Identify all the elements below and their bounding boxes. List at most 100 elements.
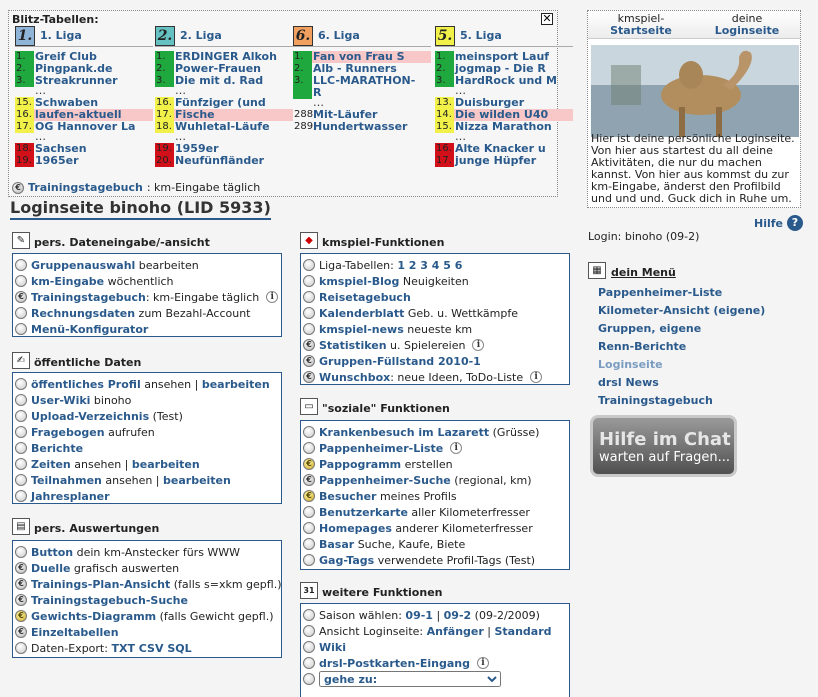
row-link[interactable]: Gruppenauswahl (31, 259, 135, 272)
info-icon[interactable]: i (450, 442, 463, 454)
row-link[interactable]: Pappenheimer-Liste (319, 442, 443, 455)
row-link[interactable]: Einzeltabellen (31, 626, 119, 639)
menu-item[interactable]: Trainingstagebuch (598, 394, 713, 407)
row-link[interactable]: User-Wiki (31, 394, 90, 407)
row-link[interactable]: Wunschbox (319, 371, 390, 384)
row-link[interactable]: Statistiken (319, 339, 387, 352)
row-link-3[interactable]: 09-2 (444, 609, 472, 622)
menu-item[interactable]: Pappenheimer-Liste (598, 286, 722, 299)
row-link[interactable]: Duelle (31, 562, 70, 575)
row-link-2[interactable]: bearbeiten (132, 458, 200, 471)
team-link[interactable]: Wuhletal-Läufe (174, 121, 293, 133)
trainingstagebuch-link[interactable]: Trainingstagebuch (28, 181, 143, 194)
team-link[interactable]: Streakrunner (34, 75, 153, 87)
team-link[interactable]: LLC-MARATHON- (312, 75, 431, 87)
team-link[interactable]: Alte Knacker u (454, 143, 573, 155)
team-link[interactable]: Die wilden Ü40 (454, 109, 573, 121)
row-link[interactable]: Pappogramm (319, 458, 401, 471)
menu-item[interactable]: drsl News (598, 376, 659, 389)
help-icon[interactable]: ? (787, 215, 803, 231)
row-link[interactable]: Jahresplaner (31, 490, 110, 503)
row-link-2[interactable]: TXT CSV SQL (111, 642, 191, 655)
team-link[interactable]: Fische (174, 109, 293, 121)
row-link-2[interactable]: 09-1 (405, 609, 433, 622)
row-link[interactable]: kmspiel-news (319, 323, 404, 336)
row-link[interactable]: Benutzerkarte (319, 506, 408, 519)
row-link[interactable]: Teilnahmen (31, 474, 102, 487)
team-link[interactable]: Schwaben (34, 97, 153, 109)
row-link-2[interactable]: Anfänger (427, 625, 484, 638)
row-link[interactable]: Gruppen-Füllstand 2010-1 (319, 355, 481, 368)
league-link[interactable]: 1. Liga (40, 29, 82, 42)
row-link[interactable]: Gag-Tags (319, 554, 374, 567)
chat-help-button[interactable]: Hilfe im Chat warten auf Fragen... (590, 415, 737, 477)
tab-startseite[interactable]: kmspiel- Startseite (588, 11, 694, 38)
row-link[interactable]: Trainingstagebuch-Suche (31, 594, 188, 607)
row-link[interactable]: Menü-Konfigurator (31, 323, 148, 336)
team-link[interactable]: 1959er (174, 143, 293, 155)
row-link-2[interactable]: bearbeiten (163, 474, 231, 487)
team-link[interactable]: Greif Club (34, 51, 153, 63)
team-link[interactable]: Sachsen (34, 143, 153, 155)
row-link[interactable]: Button (31, 546, 73, 559)
row-link[interactable]: Besucher (319, 490, 376, 503)
team-link[interactable]: Nizza Marathon (454, 121, 573, 133)
team-link[interactable]: Fan von Frau S (312, 51, 431, 63)
team-link[interactable]: R (312, 87, 431, 99)
team-link[interactable]: jogmap - Die R (454, 63, 573, 75)
row-link[interactable]: Trainings-Plan-Ansicht (31, 578, 170, 591)
row-link[interactable]: Kalenderblatt (319, 307, 404, 320)
menu-item[interactable]: Gruppen, eigene (598, 322, 701, 335)
info-icon[interactable]: i (472, 339, 485, 351)
team-link[interactable]: Alb - Runners (312, 63, 431, 75)
info-icon[interactable]: i (530, 371, 543, 383)
team-link[interactable]: Neufünfländer (174, 155, 293, 167)
row-link[interactable]: Gewichts-Diagramm (31, 610, 156, 623)
row-link[interactable]: Reisetagebuch (319, 291, 411, 304)
team-link[interactable]: ERDINGER Alkoh (174, 51, 293, 63)
tab-loginseite[interactable]: deine Loginseite (694, 11, 800, 38)
info-icon[interactable]: i (477, 657, 490, 669)
team-link[interactable]: OG Hannover La (34, 121, 153, 133)
info-icon[interactable]: i (266, 291, 279, 303)
team-link[interactable]: Die mit d. Rad (174, 75, 293, 87)
menu-item[interactable]: Loginseite (598, 358, 663, 371)
league-link[interactable]: 6. Liga (318, 29, 360, 42)
row-link[interactable]: öffentliches Profil (31, 378, 141, 391)
goto-select[interactable]: gehe zu: (319, 671, 501, 687)
team-link[interactable]: Duisburger (454, 97, 573, 109)
row-link[interactable]: Fragebogen (31, 426, 105, 439)
team-link[interactable]: 1965er (34, 155, 153, 167)
row-link[interactable]: Trainingstagebuch (31, 291, 146, 304)
league-link[interactable]: 5. Liga (460, 29, 502, 42)
row-link-2[interactable]: bearbeiten (202, 378, 270, 391)
row-link[interactable]: Upload-Verzeichnis (31, 410, 149, 423)
row-link[interactable]: Pappenheimer-Suche (319, 474, 451, 487)
row-link[interactable]: Zeiten (31, 458, 71, 471)
team-link[interactable]: laufen-aktuell (34, 109, 153, 121)
row-link-3[interactable]: Standard (495, 625, 552, 638)
row-link[interactable]: Berichte (31, 442, 83, 455)
row-link[interactable]: Krankenbesuch im Lazarett (319, 426, 489, 439)
team-link[interactable]: junge Hüpfer (454, 155, 573, 167)
team-link[interactable]: Mit-Läufer (312, 109, 431, 121)
menu-item[interactable]: Kilometer-Ansicht (eigene) (598, 304, 765, 317)
row-link[interactable]: kmspiel-Blog (319, 275, 399, 288)
row-link[interactable]: km-Eingabe (31, 275, 104, 288)
team-link[interactable]: Power-Frauen (174, 63, 293, 75)
team-link[interactable]: HardRock und M (454, 75, 573, 87)
row-link[interactable]: Homepages (319, 522, 392, 535)
row-link[interactable]: drsl-Postkarten-Eingang (319, 657, 470, 670)
row-link[interactable]: Basar (319, 538, 354, 551)
menu-item[interactable]: Renn-Berichte (598, 340, 686, 353)
team-link[interactable]: Hundertwasser (312, 121, 431, 133)
team-link[interactable]: Fünfziger (und (174, 97, 293, 109)
row-link-2[interactable]: 1 2 3 4 5 6 (397, 259, 462, 272)
team-link[interactable]: meinsport Lauf (454, 51, 573, 63)
help-link[interactable]: Hilfe ? (754, 215, 803, 231)
row-link[interactable]: Rechnungsdaten (31, 307, 135, 320)
team-link[interactable]: Pingpank.de (34, 63, 153, 75)
close-icon[interactable]: ✕ (541, 13, 553, 25)
row-link[interactable]: Wiki (319, 641, 346, 654)
league-link[interactable]: 2. Liga (180, 29, 222, 42)
